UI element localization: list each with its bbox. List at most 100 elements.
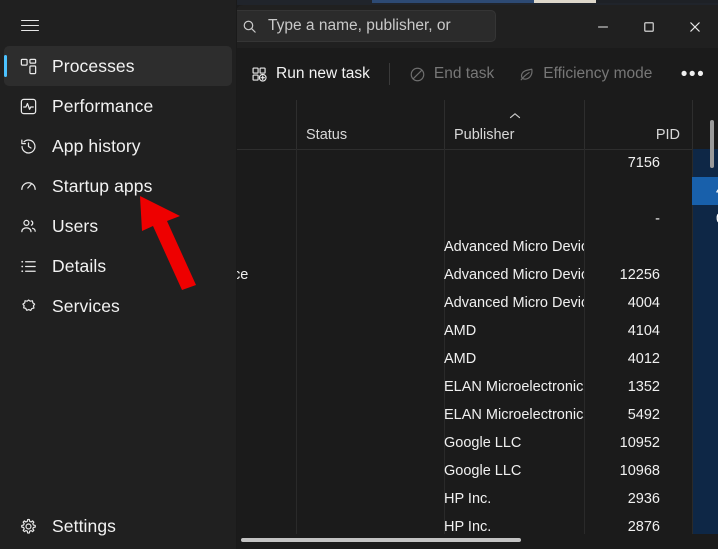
- process-name-cell: erface: [236, 267, 249, 283]
- table-row[interactable]: ule AMD 4012 0%: [236, 345, 718, 373]
- sidebar-item-processes[interactable]: Processes: [4, 46, 232, 86]
- end-task-label: End task: [433, 65, 495, 82]
- cpu-cell: 0%: [692, 261, 718, 289]
- pid-cell: 4012: [627, 351, 660, 367]
- selection-indicator: [4, 55, 7, 77]
- process-name-cell: [236, 289, 268, 317]
- sidebar-item-label: Settings: [52, 515, 117, 536]
- services-icon: [4, 297, 52, 316]
- publisher-cell: ELAN Microelectronics ...: [444, 379, 584, 395]
- pid-cell: 2876: [627, 519, 660, 534]
- table-row[interactable]: 7156 0%: [236, 149, 718, 177]
- pid-cell: [584, 177, 660, 205]
- process-name-cell: [236, 149, 268, 177]
- table-row[interactable]: ELAN Microelectronics ... 1352 0%: [236, 373, 718, 401]
- sidebar-item-settings[interactable]: Settings: [4, 506, 232, 546]
- horizontal-scrollbar-thumb[interactable]: [241, 538, 521, 542]
- process-name-cell: [236, 485, 268, 513]
- table-row[interactable]: erface Advanced Micro Device... 12256 0%: [236, 261, 718, 289]
- table-row[interactable]: Google LLC 10968 0%: [236, 457, 718, 485]
- cpu-cell: 0%: [692, 373, 718, 401]
- table-row[interactable]: Advanced Micro Device... 4004 0%: [236, 289, 718, 317]
- publisher-cell: Advanced Micro Device...: [444, 267, 584, 283]
- process-table: Status Publisher PID 18% CPU: [236, 100, 718, 549]
- pid-cell: 4004: [627, 295, 660, 311]
- end-task-button[interactable]: End task: [400, 57, 503, 91]
- status-cell: [296, 261, 396, 289]
- sidebar-item-performance[interactable]: Performance: [4, 86, 232, 126]
- sidebar-item-label: App history: [52, 135, 141, 156]
- publisher-cell: Advanced Micro Device...: [444, 295, 584, 311]
- cpu-cell: 0.3%: [692, 205, 718, 233]
- column-header-status[interactable]: Status: [296, 100, 444, 149]
- run-new-task-button[interactable]: Run new task: [242, 57, 379, 91]
- sidebar-item-services[interactable]: Services: [4, 286, 232, 326]
- processes-icon: [4, 57, 52, 76]
- cpu-cell: 0%: [692, 345, 718, 373]
- pid-cell: 12256: [619, 267, 660, 283]
- table-row[interactable]: Google LLC 10952 0%: [236, 429, 718, 457]
- vertical-scrollbar-thumb[interactable]: [710, 120, 714, 168]
- status-cell: [296, 457, 396, 485]
- sidebar: Processes Performance App history Startu…: [0, 0, 237, 549]
- sidebar-item-startup-apps[interactable]: Startup apps: [4, 166, 232, 206]
- publisher-cell: AMD: [444, 351, 477, 367]
- pid-cell: 1352: [627, 379, 660, 395]
- pid-cell: 7156: [627, 155, 660, 171]
- table-row[interactable]: Advanced Micro Device... 0%: [236, 233, 718, 261]
- table-row[interactable]: le AMD 4104 0%: [236, 317, 718, 345]
- table-row[interactable]: - 0.3%: [236, 205, 718, 233]
- column-header-pid[interactable]: PID: [584, 100, 692, 149]
- pid-cell: -: [655, 211, 660, 227]
- process-name-cell: [236, 429, 268, 457]
- process-name-cell: [236, 205, 268, 233]
- column-header-name[interactable]: [236, 100, 296, 149]
- toolbar-separator: [388, 63, 390, 85]
- publisher-cell: Google LLC: [444, 435, 522, 451]
- bg-strip-blue: [372, 0, 534, 3]
- search-icon: [241, 18, 258, 35]
- close-button[interactable]: [672, 5, 718, 48]
- status-cell: [296, 289, 396, 317]
- hamburger-menu-button[interactable]: [8, 6, 52, 44]
- table-row[interactable]: 4.6%: [236, 177, 718, 205]
- search-placeholder: Type a name, publisher, or: [268, 17, 451, 34]
- sidebar-item-users[interactable]: Users: [4, 206, 232, 246]
- publisher-cell: [444, 205, 584, 233]
- cpu-cell: 0%: [692, 485, 718, 513]
- more-options-icon[interactable]: •••: [676, 57, 710, 91]
- pid-cell: 2936: [627, 491, 660, 507]
- table-row[interactable]: HP Inc. 2876 0%: [236, 513, 718, 534]
- status-cell: [296, 149, 396, 177]
- sidebar-item-details[interactable]: Details: [4, 246, 232, 286]
- column-header-publisher[interactable]: Publisher: [444, 100, 584, 149]
- horizontal-scrollbar[interactable]: [236, 534, 718, 549]
- sidebar-item-label: Services: [52, 295, 120, 316]
- status-cell: [296, 429, 396, 457]
- table-row[interactable]: ELAN Microelectronics ... 5492 0%: [236, 401, 718, 429]
- history-icon: [4, 137, 52, 156]
- status-cell: [296, 233, 396, 261]
- hamburger-icon: [21, 19, 39, 32]
- search-input[interactable]: Type a name, publisher, or: [236, 10, 496, 42]
- startup-icon: [4, 177, 52, 196]
- sidebar-item-app-history[interactable]: App history: [4, 126, 232, 166]
- efficiency-mode-icon: [518, 66, 535, 83]
- process-name-cell: le: [236, 317, 268, 345]
- table-row[interactable]: HP Inc. 2936 0%: [236, 485, 718, 513]
- minimize-button[interactable]: [580, 5, 626, 48]
- publisher-cell: AMD: [444, 323, 477, 339]
- cpu-cell: 4.6%: [692, 177, 718, 205]
- sidebar-item-label: Details: [52, 255, 107, 276]
- process-name-cell: [236, 177, 268, 205]
- run-new-task-icon: [251, 66, 268, 83]
- sidebar-item-label: Processes: [52, 55, 135, 76]
- cpu-cell: 0%: [692, 317, 718, 345]
- run-new-task-label: Run new task: [276, 65, 370, 82]
- status-cell: [296, 345, 396, 373]
- vertical-scrollbar[interactable]: [710, 110, 714, 495]
- maximize-button[interactable]: [626, 5, 672, 48]
- performance-icon: [4, 97, 52, 116]
- efficiency-mode-button[interactable]: Efficiency mode: [509, 57, 661, 91]
- column-header-cpu[interactable]: 18% CPU: [692, 100, 718, 149]
